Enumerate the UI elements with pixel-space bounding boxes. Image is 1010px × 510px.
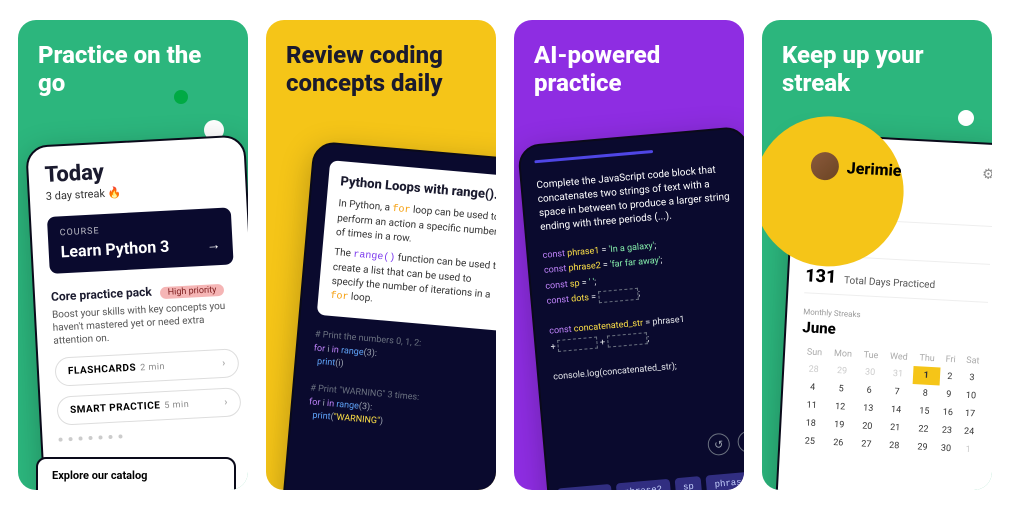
chip-phrase3[interactable]: phrase3: [706, 471, 744, 490]
calendar-day[interactable]: 1: [956, 440, 981, 459]
phone-mockup: Complete the JavaScript code block that …: [517, 126, 744, 490]
calendar-day[interactable]: 31: [883, 364, 914, 384]
calendar-day[interactable]: 20: [854, 417, 881, 436]
lesson-paragraph: The range() function can be used to crea…: [330, 246, 496, 319]
undo-button[interactable]: ↺: [707, 432, 731, 456]
fire-icon: 🔥: [107, 186, 121, 200]
calendar-weekday: Fri: [940, 351, 961, 368]
calendar-day[interactable]: 6: [856, 381, 883, 400]
chip-phrase1[interactable]: phrase1: [557, 484, 612, 490]
calendar-day[interactable]: 30: [857, 363, 884, 382]
calendar-weekday: Wed: [884, 349, 915, 367]
calendar-day[interactable]: 26: [823, 433, 854, 453]
smart-practice-item[interactable]: SMART PRACTICE5 min ›: [56, 387, 241, 426]
code-block: # Print the numbers 0, 1, 2: for i in ra…: [307, 329, 496, 440]
calendar-day[interactable]: 18: [797, 414, 825, 433]
stat-total-days: 131 Total Days Practiced: [804, 265, 989, 303]
panel-headline: Keep up your streak: [762, 20, 992, 97]
calendar-day[interactable]: 11: [798, 396, 826, 415]
panel-headline: Review coding concepts daily: [266, 20, 496, 97]
arrow-right-icon: →: [206, 236, 221, 254]
avatar[interactable]: [810, 151, 839, 180]
calendar-day[interactable]: 17: [957, 404, 982, 423]
practice-pack: Core practice pack High priority Boost y…: [51, 276, 238, 348]
lesson-card: Python Loops with range(). In Python, a …: [317, 160, 496, 332]
course-title: Learn Python 3: [60, 234, 221, 261]
lesson-paragraph: In Python, a for loop can be used to per…: [335, 197, 496, 255]
calendar-day[interactable]: 27: [853, 435, 880, 454]
chevron-right-icon: ›: [222, 358, 226, 369]
pack-title: Core practice pack: [51, 285, 152, 304]
answer-chips: phrase1 phrase2 sp phrase3 dots: [557, 470, 744, 490]
calendar-day[interactable]: 8: [911, 384, 939, 403]
exercise-prompt: Complete the JavaScript code block that …: [536, 162, 738, 235]
calendar-day[interactable]: 9: [938, 385, 959, 404]
pack-description: Boost your skills with key concepts you …: [52, 299, 238, 348]
calendar-day[interactable]: 1: [912, 366, 940, 385]
calendar-weekday: Sat: [960, 353, 985, 370]
calendar-day[interactable]: 28: [800, 360, 828, 379]
calendar-day[interactable]: 7: [882, 382, 913, 402]
calendar-day[interactable]: 28: [879, 436, 910, 456]
code-block[interactable]: const phrase1 = 'In a galaxy'; const phr…: [542, 232, 744, 386]
code-controls: ↺ ✕: [707, 430, 744, 456]
calendar-day[interactable]: 13: [855, 399, 882, 418]
calendar-day[interactable]: 16: [937, 403, 958, 422]
explore-catalog-button[interactable]: Explore our catalog: [36, 457, 236, 490]
code-slot[interactable]: [598, 287, 639, 302]
calendar-weekday: Sun: [801, 344, 829, 361]
calendar-day[interactable]: 25: [796, 432, 824, 451]
gear-icon[interactable]: ⚙: [982, 166, 992, 183]
calendar-day[interactable]: 22: [910, 420, 938, 439]
calendar-day[interactable]: 4: [799, 378, 827, 397]
phone-mockup: Jerimie ⚙ 3 Current Streak 5 Best Streak…: [774, 133, 992, 490]
calendar-day[interactable]: 29: [909, 438, 937, 457]
calendar: SunMonTueWedThuFriSat 282930311234567891…: [796, 344, 985, 459]
phone-mockup: Python Loops with range(). In Python, a …: [279, 141, 496, 490]
priority-badge: High priority: [159, 284, 224, 299]
promo-panel-review: Review coding concepts daily Python Loop…: [266, 20, 496, 490]
calendar-day[interactable]: 21: [880, 418, 911, 438]
calendar-weekday: Thu: [913, 350, 941, 367]
calendar-day[interactable]: 23: [936, 421, 957, 440]
calendar-day[interactable]: 10: [958, 386, 983, 405]
promo-panel-ai: AI-powered practice Complete the JavaScr…: [514, 20, 744, 490]
calendar-day[interactable]: 14: [881, 400, 912, 420]
calendar-day[interactable]: 15: [910, 402, 938, 421]
deco-dot: [174, 90, 188, 104]
calendar-day[interactable]: 29: [826, 362, 857, 382]
calendar-day[interactable]: 24: [957, 422, 982, 441]
calendar-day[interactable]: 2: [939, 367, 960, 386]
pagination-dots: [58, 428, 242, 442]
calendar-day[interactable]: 30: [935, 439, 956, 458]
promo-panel-practice: Practice on the go Today 3 day streak 🔥 …: [18, 20, 248, 490]
calendar-day[interactable]: 12: [825, 397, 856, 417]
course-card[interactable]: COURSE Learn Python 3 →: [47, 207, 234, 274]
deco-dot: [958, 110, 974, 126]
chevron-right-icon: ›: [224, 397, 228, 408]
chip-sp[interactable]: sp: [674, 476, 702, 490]
code-slot[interactable]: [557, 337, 598, 352]
calendar-day[interactable]: 19: [824, 415, 855, 435]
chip-phrase2[interactable]: phrase2: [616, 479, 671, 490]
panel-headline: Practice on the go: [18, 20, 248, 97]
code-slot[interactable]: [607, 333, 648, 348]
panel-headline: AI-powered practice: [514, 20, 744, 97]
progress-bar: [534, 150, 653, 163]
calendar-day[interactable]: 5: [826, 380, 857, 400]
flashcards-item[interactable]: FLASHCARDS2 min ›: [54, 348, 239, 387]
promo-panel-streak: Keep up your streak Jerimie ⚙ 3 Current …: [762, 20, 992, 490]
clear-button[interactable]: ✕: [737, 430, 744, 454]
calendar-weekday: Mon: [827, 346, 858, 364]
calendar-weekday: Tue: [858, 347, 885, 364]
phone-mockup: Today 3 day streak 🔥 COURSE Learn Python…: [25, 135, 248, 490]
calendar-day[interactable]: 3: [959, 369, 984, 388]
user-name: Jerimie: [846, 158, 902, 180]
